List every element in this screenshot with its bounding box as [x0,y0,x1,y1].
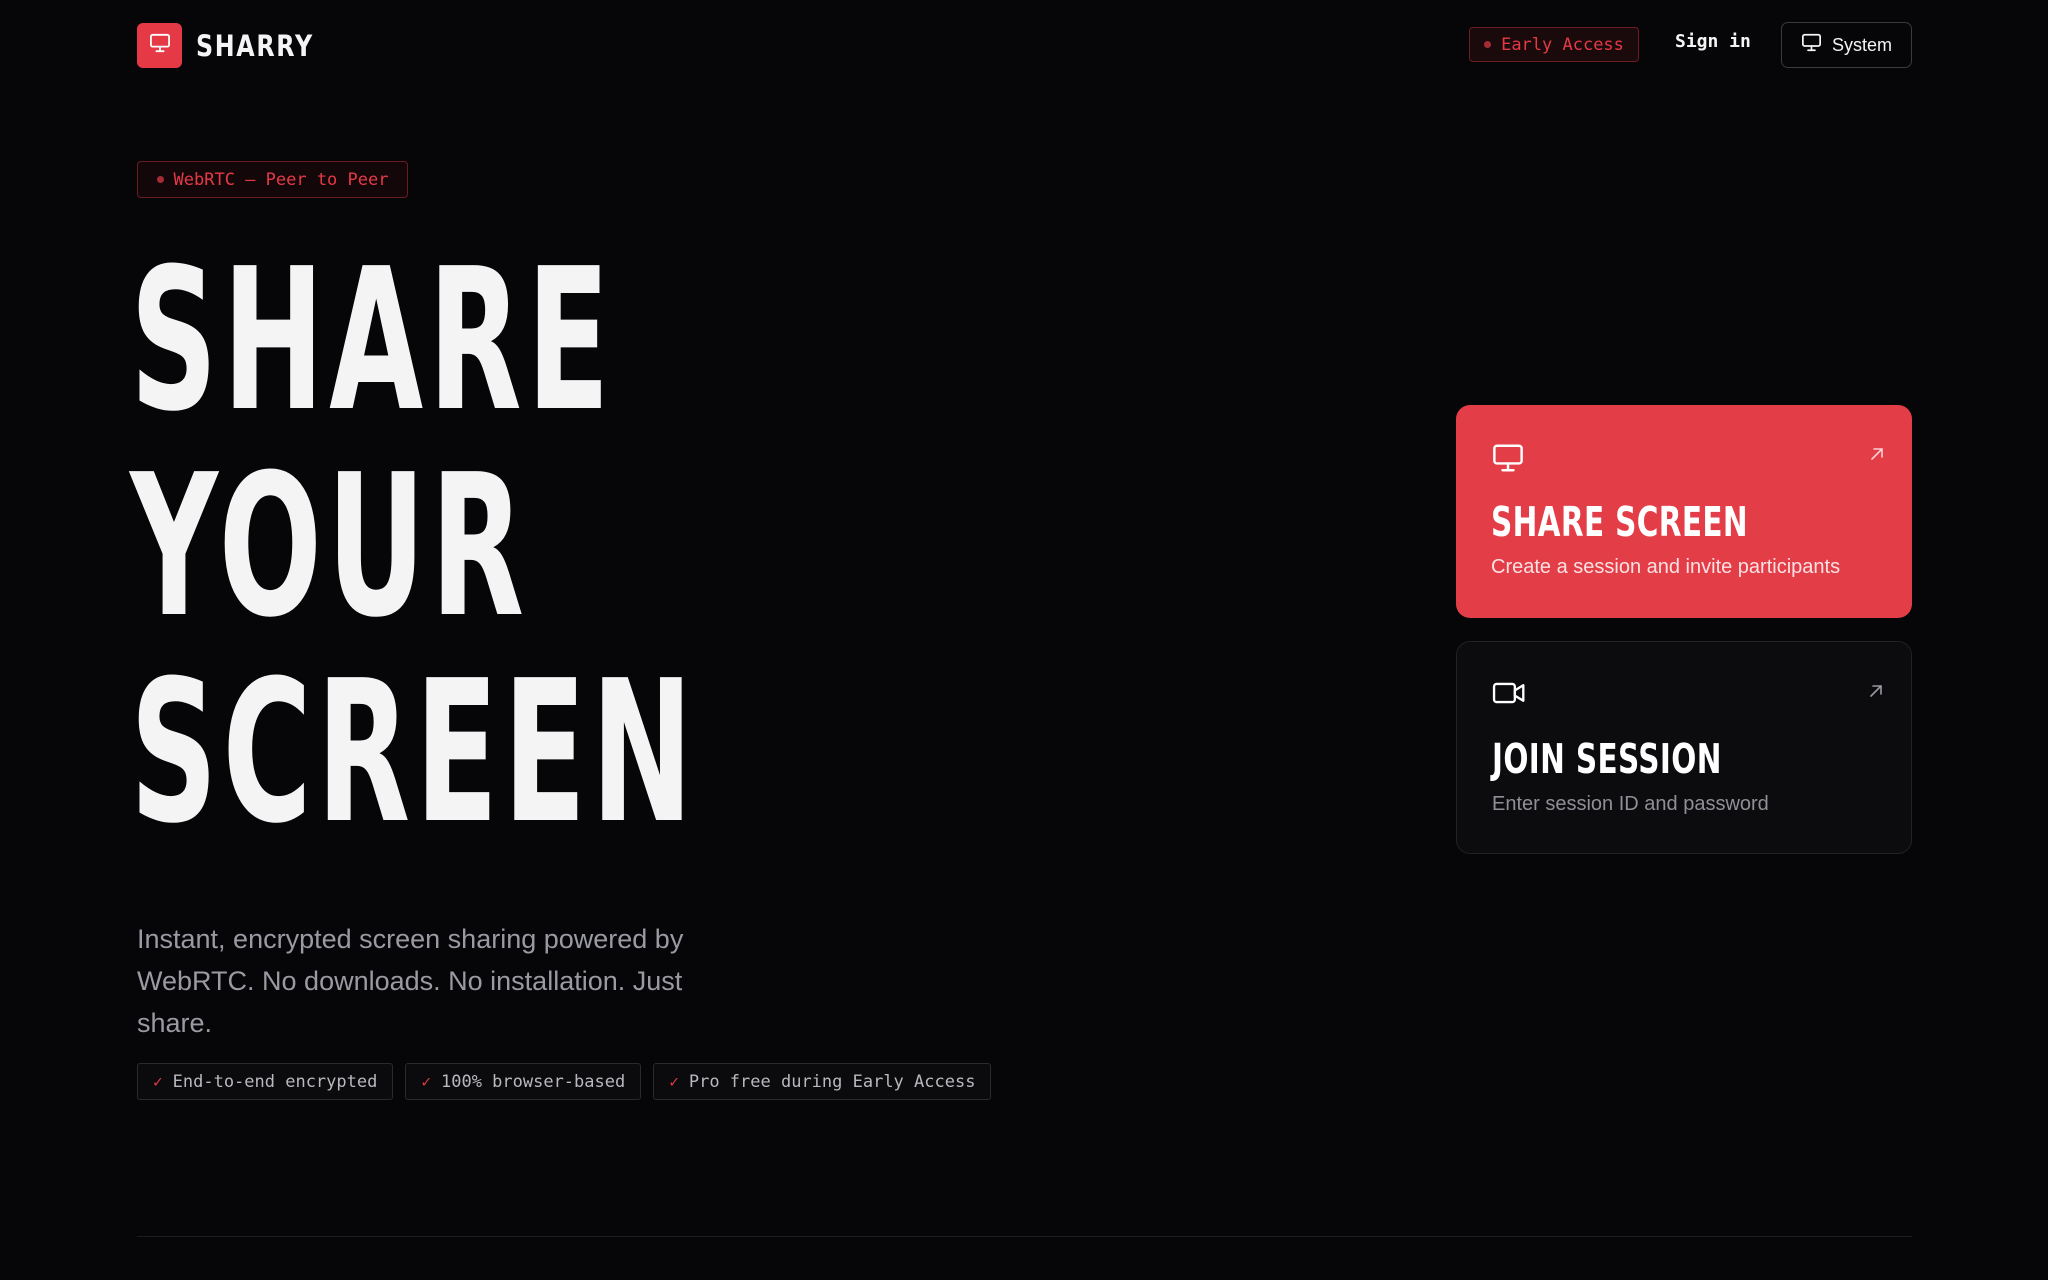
check-icon: ✓ [669,1072,679,1091]
theme-system-button[interactable]: System [1781,22,1912,68]
hero-line-1: SHARE [130,227,615,455]
early-access-badge[interactable]: Early Access [1469,27,1639,62]
hero-headline: SHARE YOUR SCREEN [130,238,698,856]
status-dot-icon [156,176,164,183]
landing-page: SHARRY Early Access Sign in System WebRT… [0,0,2048,1280]
join-session-card[interactable]: JOIN SESSION Enter session ID and passwo… [1456,641,1912,854]
logo-badge [137,23,182,68]
tech-tag: WebRTC — Peer to Peer [137,161,408,198]
feature-label: End-to-end encrypted [172,1071,378,1092]
feature-list: ✓ End-to-end encrypted ✓ 100% browser-ba… [137,1063,992,1100]
share-screen-title: SHARE SCREEN [1491,498,1749,546]
share-screen-subtitle: Create a session and invite participants [1491,556,1841,578]
share-screen-card[interactable]: SHARE SCREEN Create a session and invite… [1456,405,1912,618]
arrow-up-right-icon [1870,447,1884,466]
hero-line-3: SCREEN [130,639,698,867]
arrow-up-right-icon [1869,684,1883,703]
feature-badge: ✓ 100% browser-based [405,1063,642,1100]
check-icon: ✓ [421,1072,431,1091]
tech-tag-label: WebRTC — Peer to Peer [173,169,389,190]
status-dot-icon [1484,41,1492,48]
feature-badge: ✓ Pro free during Early Access [653,1063,992,1100]
monitor-icon [149,33,171,58]
check-icon: ✓ [153,1072,163,1091]
theme-button-label: System [1831,34,1892,55]
join-session-subtitle: Enter session ID and password [1492,793,1769,815]
footer-divider [137,1236,1912,1237]
join-session-title: JOIN SESSION [1492,735,1722,783]
video-camera-icon [1492,680,1526,711]
hero-line-2: YOUR [130,433,530,661]
monitor-icon [1491,443,1525,478]
early-access-label: Early Access [1501,34,1624,55]
monitor-icon [1801,33,1822,57]
sign-in-link[interactable]: Sign in [1675,31,1751,52]
feature-label: Pro free during Early Access [688,1071,976,1092]
feature-badge: ✓ End-to-end encrypted [137,1063,394,1100]
brand-logo[interactable]: SHARRY [137,23,340,68]
hero-description: Instant, encrypted screen sharing powere… [137,924,684,1038]
brand-name: SHARRY [196,28,314,63]
feature-label: 100% browser-based [440,1071,626,1092]
